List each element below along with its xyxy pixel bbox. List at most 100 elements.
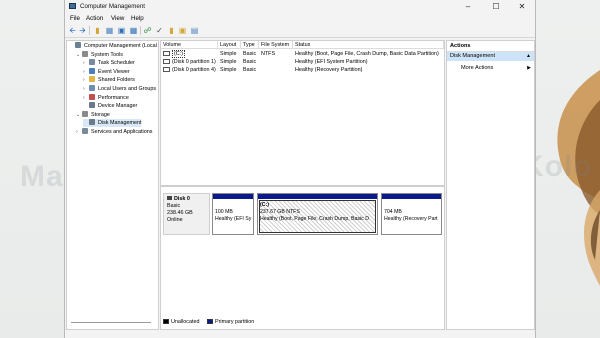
tree-node-icon (82, 50, 88, 57)
tree-item-local-users-and-groups[interactable]: › Local Users and Groups (83, 85, 156, 93)
connect-icon[interactable]: ☍ (143, 26, 152, 35)
legend-primary: Primary partition (214, 319, 255, 325)
cell-type: Basic (243, 67, 257, 73)
partition-status: Healthy (EFI Sy (215, 216, 252, 222)
tree-item-label: Local Users and Groups (98, 86, 157, 92)
tree-node-icon (89, 119, 95, 126)
partition-size: 704 MB (384, 209, 402, 215)
partition-recovery[interactable]: 704 MB Healthy (Recovery Part (381, 193, 442, 235)
collapse-icon[interactable]: ▲ (526, 52, 531, 61)
check-icon[interactable]: ✓ (155, 26, 164, 35)
cell-type: Basic (243, 51, 257, 57)
folder-icon[interactable]: ▮ (167, 26, 176, 35)
tree-item-shared-folders[interactable]: › Shared Folders (83, 76, 135, 84)
menu-bar: File Action View Help (65, 13, 535, 24)
close-icon[interactable]: ✕ (511, 0, 533, 13)
forward-arrow-icon[interactable]: 🡪 (78, 26, 87, 35)
partition-size: 237.67 GB NTFS (260, 209, 300, 215)
column-header-layout[interactable]: Layout (218, 41, 241, 49)
tree-item-label: Task Scheduler (98, 60, 135, 67)
computer-management-window: Computer Management – ☐ ✕ File Action Vi… (64, 0, 536, 338)
volume-name: (C:) (172, 50, 185, 58)
partition-title (215, 202, 251, 209)
window-title: Computer Management (80, 3, 146, 10)
volume-name-cell: (Disk 0 partition 1) (161, 58, 218, 66)
cell-status: Healthy (Recovery Partition) (295, 67, 363, 73)
volume-name-cell: (C:) (161, 50, 218, 58)
column-header-type[interactable]: Type (241, 41, 259, 49)
tree-item-label: Computer Management (Local (84, 43, 157, 49)
partition-c[interactable]: (C:) 237.67 GB NTFS Healthy (Boot, Page … (257, 193, 378, 235)
cell-layout: Simple (220, 51, 237, 57)
cell-layout: Simple (220, 59, 237, 65)
cell-file-system (259, 58, 293, 66)
actions-section-disk-management[interactable]: Disk Management ▲ (447, 52, 534, 61)
partition-efi[interactable]: 100 MB Healthy (EFI Sy (212, 193, 254, 235)
help-icon[interactable]: ▦ (129, 26, 138, 35)
tree-node-icon (89, 76, 95, 83)
tree-item-label: System Tools (91, 51, 123, 58)
tree-horizontal-scrollbar[interactable] (71, 322, 151, 323)
disk-graphical-view: Disk 0 Basic 238.46 GB Online 100 MB Hea… (160, 186, 445, 330)
column-header-volume[interactable]: Volume (161, 41, 218, 49)
maximize-icon[interactable]: ☐ (485, 0, 507, 13)
tree-item-event-viewer[interactable]: › Event Viewer (83, 67, 130, 76)
menu-view[interactable]: View (111, 15, 124, 22)
toolbar-separator (140, 26, 141, 35)
cell-file-system: NTFS (261, 51, 276, 57)
partition-status: Healthy (Boot, Page File, Crash Dump, Ba… (260, 216, 369, 222)
partition-size: 100 MB (215, 209, 233, 215)
tree-item-label: Storage (91, 111, 110, 118)
column-header-file-system[interactable]: File System (259, 41, 293, 49)
disk-icon (167, 196, 172, 200)
volume-icon (163, 67, 170, 72)
tree-item-computer-management-local[interactable]: Computer Management (Local (69, 42, 157, 50)
tree-item-label: Device Manager (98, 103, 138, 110)
tree-node-icon (89, 67, 95, 74)
table-row[interactable]: (C:) Simple Basic NTFS Healthy (Boot, Page F… (161, 50, 444, 58)
view-icon[interactable]: ▤ (190, 26, 199, 35)
properties-icon[interactable]: ▣ (117, 26, 126, 35)
disk-0-label[interactable]: Disk 0 Basic 238.46 GB Online (163, 193, 210, 235)
title-bar: Computer Management – ☐ ✕ (65, 0, 535, 13)
volume-icon (163, 59, 170, 64)
actions-pane: Actions Disk Management ▲ More Actions ▶ (446, 40, 535, 330)
volume-list: Volume Layout Type File System Status (C:) Sim… (160, 40, 445, 186)
tree-item-label: Performance (98, 94, 129, 101)
legend-unallocated: Unallocated (171, 319, 200, 325)
cell-type: Basic (243, 59, 257, 65)
tree-item-system-tools[interactable]: ⌄ System Tools (76, 50, 123, 59)
menu-help[interactable]: Help (131, 15, 144, 22)
show-tree-icon[interactable]: ▦ (105, 26, 114, 35)
tree-item-device-manager[interactable]: Device Manager (83, 102, 137, 110)
tree-item-task-scheduler[interactable]: › Task Scheduler (83, 59, 135, 67)
unallocated-swatch (163, 319, 169, 324)
tree-item-performance[interactable]: › Performance (83, 93, 129, 102)
table-row[interactable]: (Disk 0 partition 4) Simple Basic Healthy (… (161, 66, 444, 74)
open-folder-icon[interactable]: ▣ (178, 26, 187, 35)
cell-file-system (259, 66, 293, 74)
volume-name: (Disk 0 partition 4) (172, 67, 216, 73)
back-arrow-icon[interactable]: 🡨 (68, 26, 77, 35)
tree-item-disk-management[interactable]: Disk Management (83, 119, 142, 128)
column-header-status[interactable]: Status (293, 41, 444, 49)
disk-size: 238.46 GB (167, 210, 193, 216)
tree-node-icon (82, 110, 88, 117)
more-actions[interactable]: More Actions ▶ (447, 64, 534, 73)
tree-item-services-and-applications[interactable]: › Services and Applications (76, 128, 152, 136)
minimize-icon[interactable]: – (457, 0, 479, 13)
submenu-arrow-icon: ▶ (527, 65, 531, 71)
cell-status: Healthy (Boot, Page File, Crash Dump, Ba… (295, 51, 439, 57)
tree-item-storage[interactable]: ⌄ Storage (76, 110, 110, 119)
up-folder-icon[interactable]: ▮ (93, 26, 102, 35)
disk-state: Online (167, 217, 183, 223)
disk-type: Basic (167, 203, 181, 209)
app-icon (69, 3, 76, 9)
cell-status: Healthy (EFI System Partition) (295, 59, 368, 65)
disk-name: Disk 0 (174, 196, 190, 202)
table-row[interactable]: (Disk 0 partition 1) Simple Basic Healthy (… (161, 58, 444, 66)
menu-action[interactable]: Action (86, 15, 103, 22)
actions-header: Actions (447, 41, 534, 52)
tree-node-icon (75, 42, 81, 48)
menu-file[interactable]: File (70, 15, 80, 22)
